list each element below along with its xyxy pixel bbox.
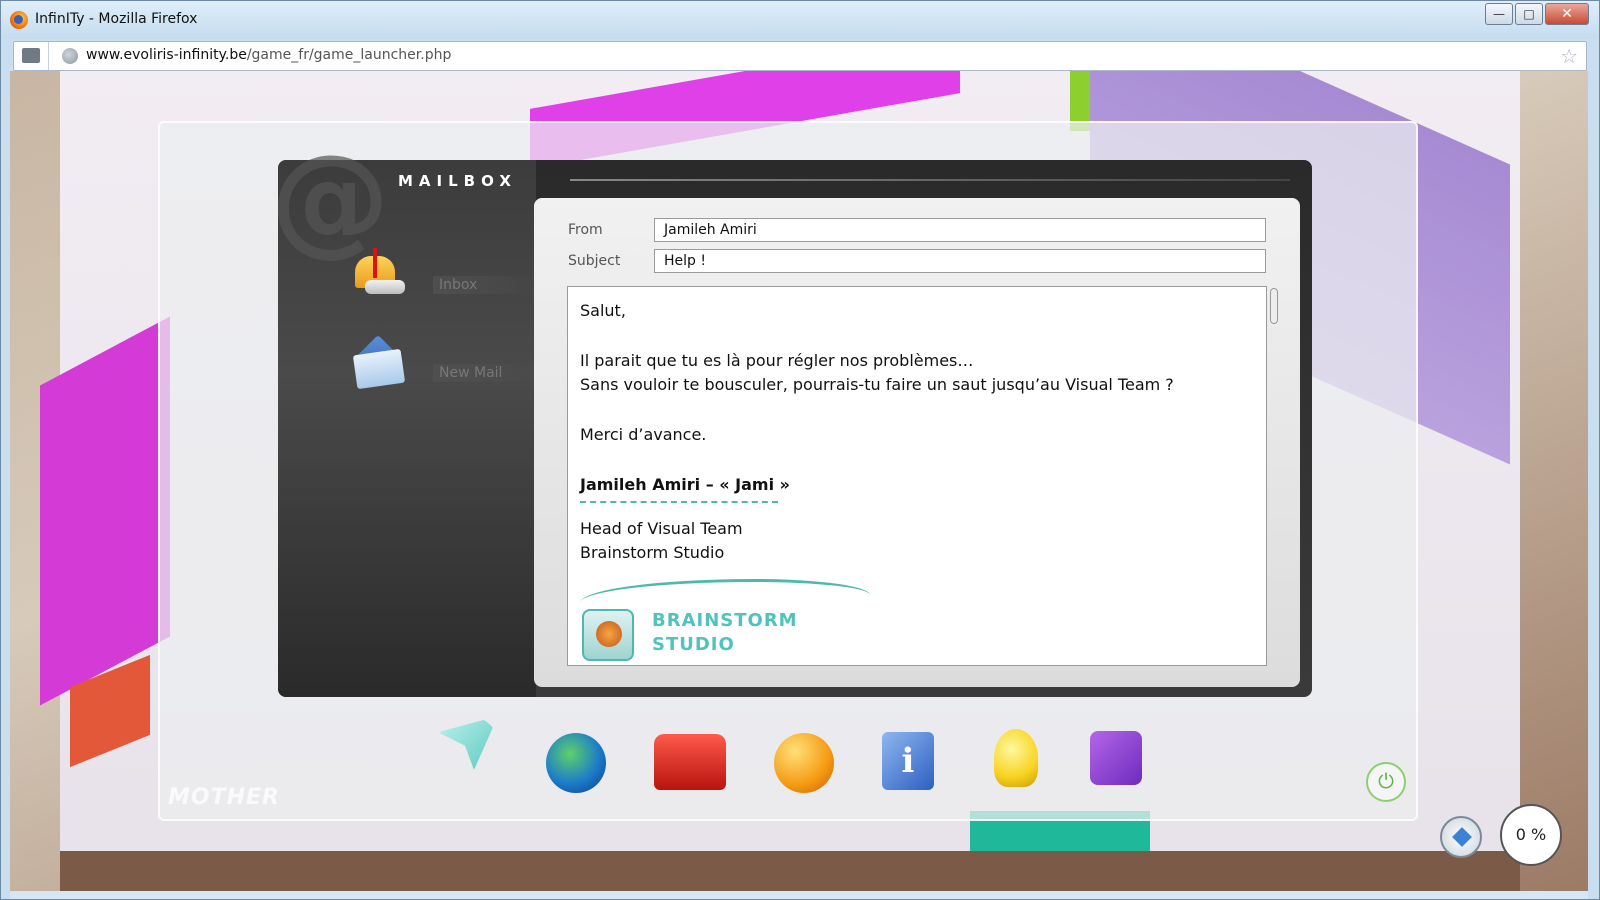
- mailbox-window: @ Inbox New Mail MAILBOX From Jamileh Am…: [270, 130, 1312, 697]
- subject-row: Subject Help !: [568, 249, 1266, 273]
- window-title: InfinITy - Mozilla Firefox: [35, 11, 198, 27]
- inbox-label: Inbox: [433, 276, 543, 294]
- address-bar[interactable]: www.evoliris-infinity.be/game_fr/game_la…: [86, 47, 451, 63]
- nav-separator: [48, 42, 49, 70]
- inbox-button[interactable]: Inbox: [353, 248, 543, 308]
- signature-divider: [580, 501, 778, 503]
- game-viewport: @ Inbox New Mail MAILBOX From Jamileh Am…: [10, 71, 1588, 891]
- close-button[interactable]: ✕: [1545, 3, 1589, 25]
- mail-body[interactable]: Salut, Il parait que tu es là pour régle…: [567, 286, 1267, 666]
- logo-line-2: STUDIO: [652, 634, 735, 655]
- mail-reader-panel: From Jamileh Amiri Subject Help ! Salut,…: [534, 198, 1300, 687]
- tab-groups-icon[interactable]: [22, 48, 40, 63]
- bookmark-star-icon[interactable]: ☆: [1560, 44, 1578, 68]
- title-bar: InfinITy - Mozilla Firefox — □ ✕: [1, 1, 1599, 39]
- from-row: From Jamileh Amiri: [568, 218, 1266, 242]
- envelope-icon: [352, 334, 406, 390]
- title-divider: [570, 179, 1290, 181]
- mail-scrollbar[interactable]: [1270, 288, 1278, 324]
- signature-role: Head of Visual Team: [580, 519, 743, 538]
- info-icon[interactable]: i: [882, 732, 934, 790]
- brainstorm-logo: BRAINSTORM STUDIO: [580, 573, 880, 663]
- from-label: From: [568, 222, 603, 238]
- orange-orb-icon[interactable]: [774, 733, 834, 793]
- signature-company: Brainstorm Studio: [580, 543, 725, 562]
- logo-line-1: BRAINSTORM: [652, 610, 798, 631]
- mail-line-1: Il parait que tu es là pour régler nos p…: [580, 351, 974, 370]
- power-icon[interactable]: ⏻: [1366, 762, 1406, 802]
- from-field[interactable]: Jamileh Amiri: [654, 218, 1266, 242]
- floor-edge: [60, 851, 1520, 891]
- progress-indicator: 0 %: [1500, 804, 1562, 866]
- window-controls: — □ ✕: [1485, 3, 1589, 25]
- new-mail-button[interactable]: New Mail: [352, 334, 543, 400]
- mail-line-2: Sans vouloir te bousculer, pourrais-tu f…: [580, 375, 1174, 394]
- new-mail-label: New Mail: [433, 364, 543, 382]
- telephone-icon[interactable]: [654, 734, 726, 790]
- brain-icon: [582, 609, 634, 661]
- subject-label: Subject: [568, 253, 621, 269]
- mother-label: MOTHER: [168, 785, 280, 810]
- mailbox-title: MAILBOX: [398, 172, 517, 190]
- url-path: /game_fr/game_launcher.php: [246, 47, 452, 63]
- mailbox-icon: [353, 248, 405, 298]
- maximize-button[interactable]: □: [1515, 3, 1543, 25]
- mailbox-sidebar: @ Inbox New Mail: [270, 130, 543, 697]
- globe-icon[interactable]: [546, 733, 606, 793]
- subject-field[interactable]: Help !: [654, 249, 1266, 273]
- firefox-icon: [10, 11, 28, 29]
- signature-name: Jamileh Amiri – « Jami »: [580, 475, 790, 494]
- lightbulb-icon[interactable]: [994, 729, 1038, 787]
- mail-greeting: Salut,: [580, 301, 626, 320]
- url-host: www.evoliris-infinity.be: [86, 47, 247, 63]
- site-identity-icon[interactable]: [62, 48, 78, 64]
- mail-thanks: Merci d’avance.: [580, 425, 707, 444]
- compass-icon[interactable]: [1440, 816, 1482, 858]
- puzzle-icon[interactable]: [1090, 731, 1142, 785]
- window-bottom-border: [10, 891, 1588, 899]
- minimize-button[interactable]: —: [1485, 3, 1513, 25]
- navigation-bar: www.evoliris-infinity.be/game_fr/game_la…: [13, 41, 1587, 71]
